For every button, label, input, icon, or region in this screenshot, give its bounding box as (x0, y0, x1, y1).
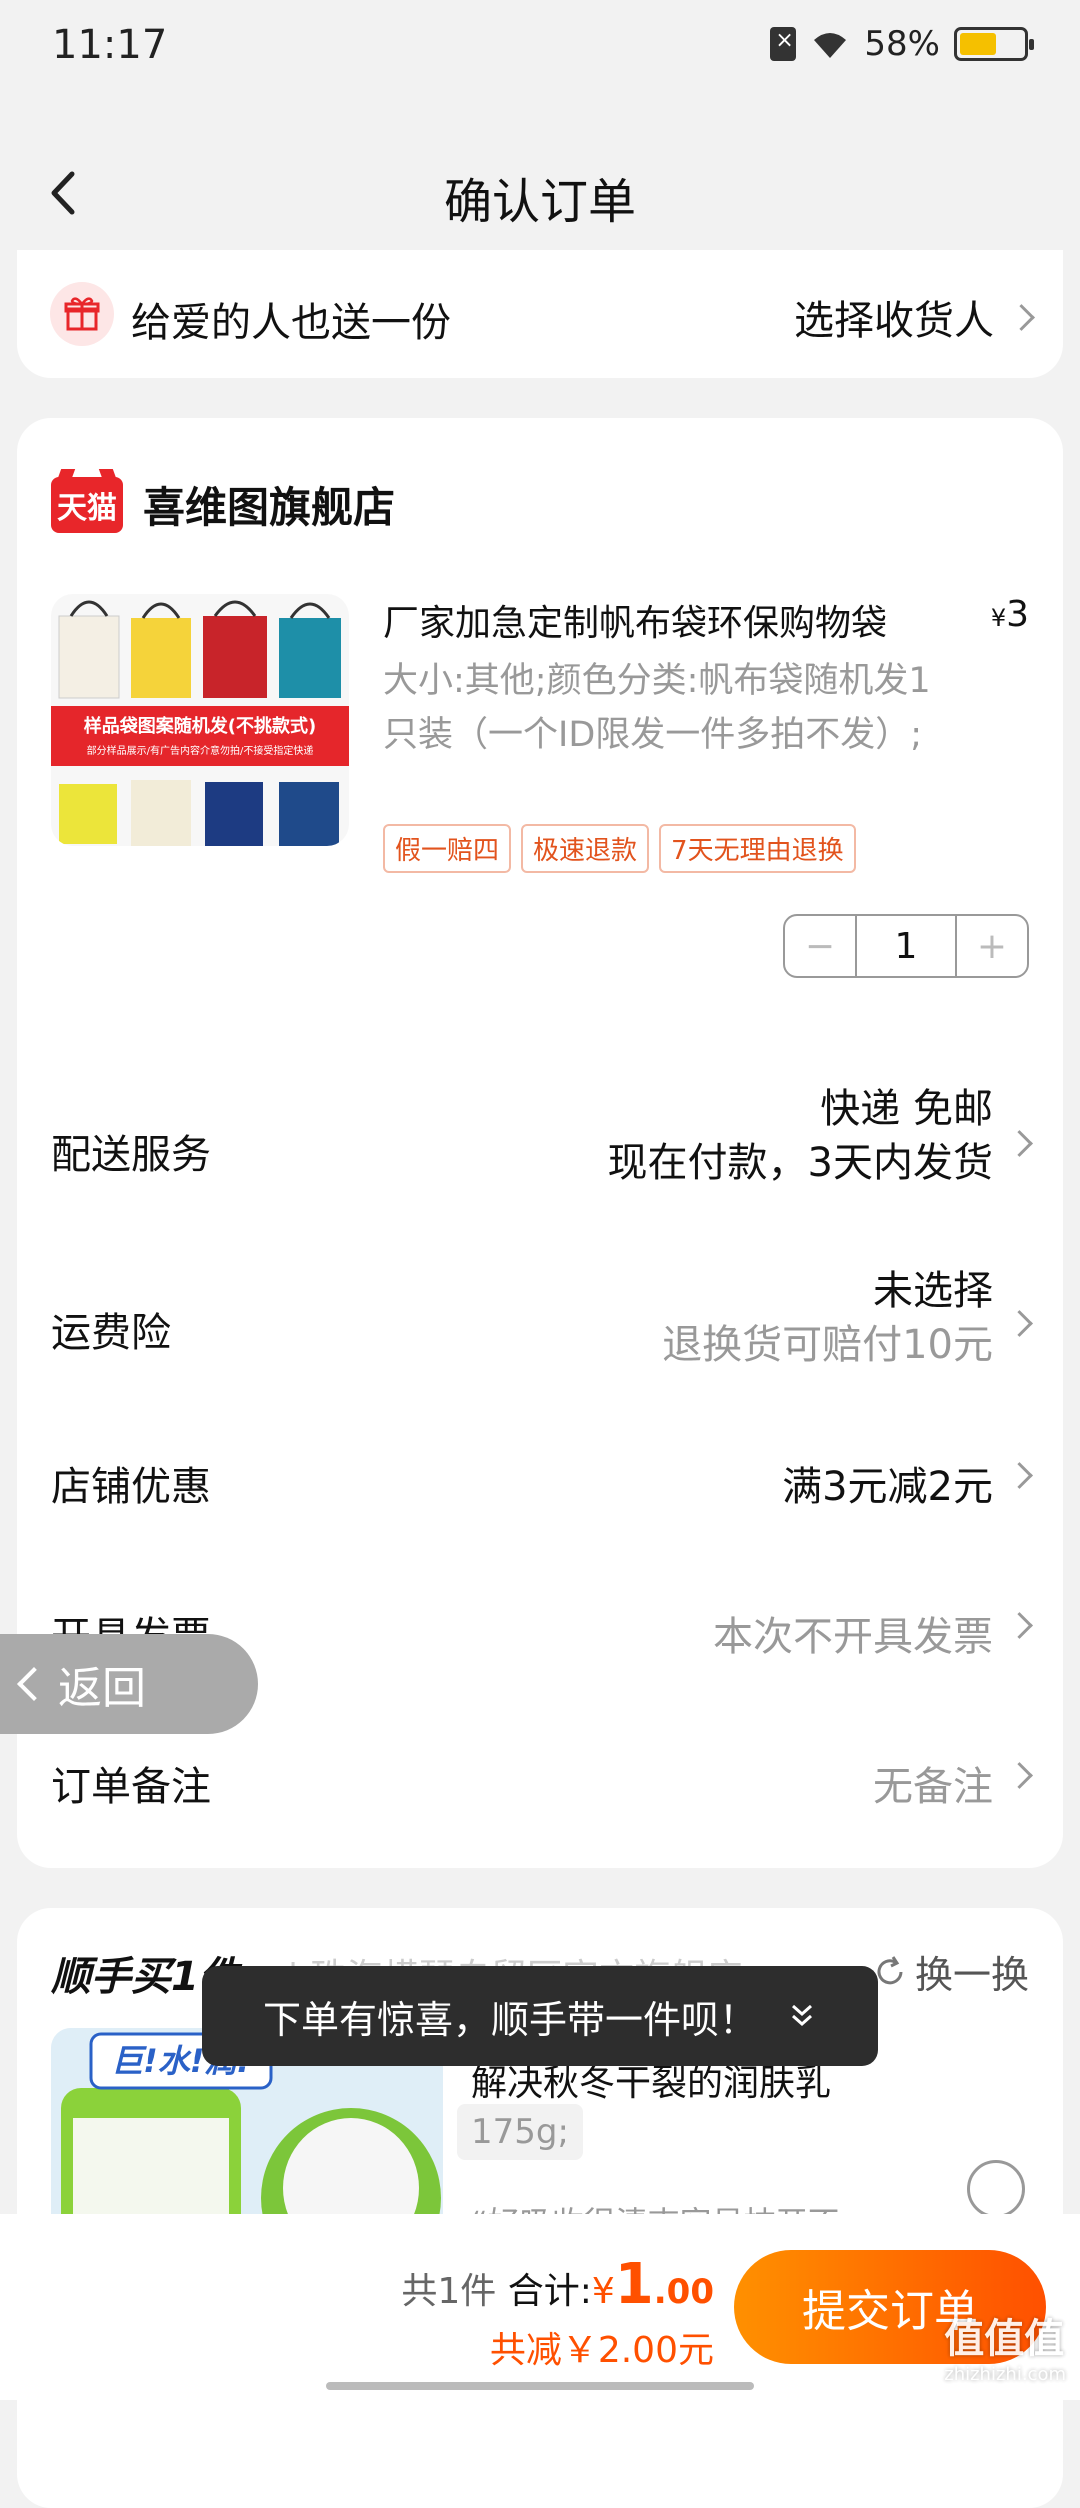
order-summary: 共1件 合计:¥1.00 共减￥2.00元 (401, 2252, 714, 2373)
addon-weight: 175g; (457, 2104, 583, 2160)
status-icons: 58% (770, 24, 1034, 64)
toast-text: 下单有惊喜，顺手带一件呗！ (262, 1997, 757, 2042)
no-sim-icon (770, 27, 797, 61)
order-note-row[interactable]: 订单备注 无备注 (51, 1744, 1033, 1824)
gift-icon (50, 282, 114, 346)
gift-row[interactable]: 给爱的人也送一份 选择收货人 (17, 250, 1063, 378)
choose-recipient-link[interactable]: 选择收货人 (794, 288, 1035, 346)
shop-header[interactable]: 天猫 喜维图旗舰店 (51, 474, 395, 535)
total-amount-dec: .00 (653, 2272, 714, 2312)
refresh-icon (877, 1955, 903, 1984)
watermark-sub: zhizhizhi.com (944, 2364, 1066, 2385)
quantity-value[interactable]: 1 (857, 916, 955, 976)
image-banner-text: 样品袋图案随机发(不挑款式) (84, 715, 316, 737)
note-value: 无备注 (873, 1764, 993, 1810)
status-bar: 11:17 58% (0, 0, 1080, 100)
double-chevron-down-icon (792, 2004, 812, 2027)
total-label: 合计: (507, 2271, 592, 2312)
refresh-button[interactable]: 换一换 (873, 1944, 1029, 1999)
product-price: ¥3 (991, 594, 1029, 635)
status-time: 11:17 (52, 22, 168, 68)
decrease-button[interactable]: − (785, 916, 857, 976)
floating-back-label: 返回 (58, 1663, 146, 1714)
chevron-left-icon (17, 1667, 51, 1701)
total-amount-int: 1 (614, 2252, 654, 2317)
chevron-right-icon (1006, 1612, 1033, 1639)
floating-back-button[interactable]: 返回 (0, 1634, 258, 1734)
insurance-label: 运费险 (51, 1310, 171, 1356)
nav-bar: 确认订单 (0, 140, 1080, 250)
shop-name: 喜维图旗舰店 (143, 483, 396, 532)
choose-recipient-label: 选择收货人 (794, 298, 994, 344)
shipping-insurance-row[interactable]: 运费险 未选择 退换货可赔付10元 (51, 1244, 1033, 1404)
invoice-value: 本次不开具发票 (713, 1614, 993, 1660)
tag-fake-compensation: 假一赔四 (383, 824, 512, 873)
battery-percent: 58% (864, 24, 940, 64)
discount-value: 满3元减2元 (782, 1464, 993, 1510)
watermark-main: 值值值 (944, 2316, 1065, 2362)
chevron-right-icon (1006, 1762, 1033, 1789)
tag-7day-return: 7天无理由退换 (659, 824, 856, 873)
watermark: 值值值 zhizhizhi.com (944, 2306, 1066, 2385)
delivery-method: 快递 免邮 (820, 1086, 993, 1132)
tag-fast-refund: 极速退款 (521, 824, 650, 873)
product-title[interactable]: 厂家加急定制帆布袋环保购物袋 (383, 594, 973, 646)
note-label: 订单备注 (51, 1764, 211, 1810)
chevron-right-icon (1008, 303, 1035, 331)
addon-select-radio[interactable] (967, 2160, 1025, 2218)
tmall-logo: 天猫 (51, 476, 123, 533)
gift-text: 给爱的人也送一份 (131, 300, 451, 346)
chevron-right-icon (1006, 1310, 1033, 1337)
increase-button[interactable]: + (955, 916, 1027, 976)
delivery-time: 现在付款，3天内发货 (607, 1140, 993, 1186)
chevron-right-icon (1006, 1462, 1033, 1489)
bottom-checkout-bar: 共1件 合计:¥1.00 共减￥2.00元 提交订单 (0, 2214, 1080, 2400)
page-title: 确认订单 (443, 174, 636, 230)
price-symbol: ¥ (990, 604, 1007, 632)
discount-label: 店铺优惠 (51, 1464, 211, 1510)
battery-icon (954, 27, 1034, 61)
price-value: 3 (1006, 594, 1029, 635)
product-image[interactable]: 样品袋图案随机发(不挑款式) 部分样品展示/有广告内容介意勿拍/不接受指定快递 (51, 594, 349, 846)
image-note-text: 部分样品展示/有广告内容介意勿拍/不接受指定快递 (87, 744, 314, 757)
insurance-status: 未选择 (873, 1268, 993, 1314)
product-spec[interactable]: 大小:其他;颜色分类:帆布袋随机发1只装（一个ID限发一件多拍不发）; (383, 654, 943, 762)
total-yen: ¥ (591, 2271, 615, 2312)
quantity-stepper: − 1 + (783, 914, 1029, 978)
service-tags: 假一赔四 极速退款 7天无理由退换 (383, 824, 856, 873)
item-count: 共1件 (401, 2271, 497, 2312)
shop-discount-row[interactable]: 店铺优惠 满3元减2元 (51, 1444, 1033, 1524)
home-indicator[interactable] (326, 2382, 754, 2390)
wifi-icon (814, 33, 847, 58)
toast-message[interactable]: 下单有惊喜，顺手带一件呗！ (202, 1966, 878, 2066)
saved-amount: 共减￥2.00元 (489, 2330, 714, 2371)
chevron-right-icon (1006, 1130, 1033, 1157)
insurance-desc: 退换货可赔付10元 (662, 1322, 993, 1368)
delivery-row[interactable]: 配送服务 快递 免邮 现在付款，3天内发货 (51, 1064, 1033, 1224)
refresh-label: 换一换 (914, 1953, 1029, 1997)
delivery-label: 配送服务 (51, 1132, 211, 1178)
